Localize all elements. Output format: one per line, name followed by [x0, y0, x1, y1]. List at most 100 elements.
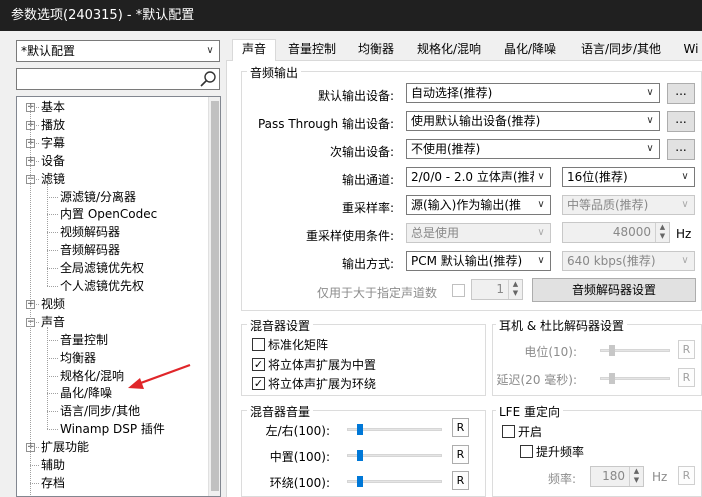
normalize-label: 标准化矩阵	[268, 338, 329, 352]
resample-condition-select[interactable]: 总是使用 ∨	[406, 223, 551, 243]
tree-item[interactable]: 全局滤镜优先权	[60, 259, 144, 277]
bit-depth-value: 16位(推荐)	[567, 170, 628, 184]
headphone-delay-reset-button[interactable]: R	[678, 368, 695, 387]
headphone-delay-thumb[interactable]	[609, 373, 615, 384]
tree-item-label: 基本	[41, 100, 66, 114]
tree-item[interactable]: 内置 OpenCodec	[60, 205, 157, 223]
tab-3[interactable]: 规格化/混响	[408, 40, 490, 60]
tree-item[interactable]: 个人滤镜优先权	[60, 277, 144, 295]
lr-volume-label: 左/右(100):	[265, 424, 330, 438]
output-channel-value: 2/0/0 - 2.0 立体声(推荐	[411, 170, 542, 184]
tree-connector	[47, 376, 58, 377]
lfe-boost-checkbox[interactable]	[520, 445, 533, 458]
chevron-down-icon: ∨	[534, 252, 548, 270]
channels-only-checkbox[interactable]	[452, 284, 465, 297]
lfe-frequency-reset-button[interactable]: R	[678, 466, 695, 485]
tree-connector	[47, 184, 48, 286]
secondary-device-value: 不使用(推荐)	[411, 142, 481, 156]
tree-item[interactable]: 音量控制	[60, 331, 108, 349]
tree-item-label: 内置 OpenCodec	[60, 207, 158, 221]
tab-1[interactable]: 音量控制	[281, 40, 343, 60]
tree-item[interactable]: 扩展功能	[41, 438, 89, 456]
profile-select[interactable]: *默认配置 ∨	[16, 40, 220, 62]
spinner-arrows-icon[interactable]: ▲ ▼	[629, 467, 643, 486]
settings-tree[interactable]: 基本 + 播放 + 字幕 + 设备 + 滤镜 − 源滤镜/分离器 内置 OpenCodec 视频解码器音…	[16, 96, 221, 497]
sample-rate-value: 48000	[612, 225, 651, 239]
surround-volume-label: 环绕(100):	[269, 476, 330, 490]
tree-item[interactable]: 音频解码器	[60, 241, 120, 259]
output-mode-label: 输出方式:	[341, 257, 394, 271]
lr-volume-reset-button[interactable]: R	[452, 418, 469, 437]
normalize-checkbox[interactable]	[252, 338, 265, 351]
passthrough-more-button[interactable]: ...	[667, 111, 695, 132]
headphone-level-reset-button[interactable]: R	[678, 340, 695, 359]
tree-item[interactable]: 视频解码器	[60, 223, 120, 241]
spinner-arrows-icon[interactable]: ▲ ▼	[508, 280, 522, 299]
tree-item[interactable]: 语言/同步/其他	[60, 402, 140, 420]
surround-volume-thumb[interactable]	[357, 476, 363, 487]
tree-item[interactable]: 均衡器	[60, 349, 96, 367]
chevron-down-icon: ∨	[534, 224, 548, 242]
tree-connector	[47, 214, 58, 215]
lfe-enable-checkbox[interactable]	[502, 425, 515, 438]
headphone-title: 耳机 & 杜比解码器设置	[496, 317, 627, 334]
sample-rate-spinner[interactable]: 48000 ▲ ▼	[562, 222, 670, 243]
surround-volume-reset-button[interactable]: R	[452, 471, 469, 490]
lr-volume-thumb[interactable]	[357, 424, 363, 435]
bit-depth-select[interactable]: 16位(推荐) ∨	[562, 167, 695, 187]
resample-quality-select[interactable]: 中等品质(推荐) ∨	[562, 195, 695, 215]
tab-6[interactable]: Wi	[680, 40, 702, 60]
tree-item[interactable]: 源滤镜/分离器	[60, 188, 136, 206]
tab-5[interactable]: 语言/同步/其他	[569, 40, 673, 60]
passthrough-select[interactable]: 使用默认输出设备(推荐) ∨	[406, 111, 660, 131]
tree-item[interactable]: 辅助	[41, 456, 65, 474]
secondary-device-select[interactable]: 不使用(推荐) ∨	[406, 139, 660, 159]
tab-0[interactable]: 声音	[232, 39, 276, 61]
output-mode-select[interactable]: PCM 默认输出(推荐) ∨	[406, 251, 551, 271]
tree-item[interactable]: 字幕	[41, 134, 65, 152]
red-arrow-annotation	[128, 363, 191, 389]
chevron-down-icon: ∨	[643, 84, 657, 102]
tab-2[interactable]: 均衡器	[351, 40, 401, 60]
tree-scrollbar[interactable]	[208, 97, 220, 496]
bitrate-select[interactable]: 640 kbps(推荐) ∨	[562, 251, 695, 271]
search-icon[interactable]	[198, 69, 218, 89]
tree-item[interactable]: 存档	[41, 474, 65, 492]
tree-item[interactable]: 设备	[41, 152, 65, 170]
headphone-level-thumb[interactable]	[609, 345, 615, 356]
search-box[interactable]	[16, 68, 220, 90]
default-device-select[interactable]: 自动选择(推荐) ∨	[406, 83, 660, 103]
output-channel-select[interactable]: 2/0/0 - 2.0 立体声(推荐 ∨	[406, 167, 551, 187]
tree-item[interactable]: 声音	[41, 313, 65, 331]
tree-item-label: 全局滤镜优先权	[60, 261, 145, 275]
tree-connector	[47, 197, 58, 198]
tree-scrollbar-thumb[interactable]	[211, 101, 219, 491]
lfe-frequency-spinner[interactable]: 180 ▲ ▼	[590, 466, 644, 487]
lfe-title: LFE 重定向	[496, 403, 563, 420]
resample-condition-value: 总是使用	[411, 226, 460, 240]
lfe-frequency-unit: Hz	[652, 470, 668, 484]
tree-item[interactable]: Winamp DSP 插件	[60, 420, 165, 438]
expand-surround-checkbox[interactable]: ✓	[252, 377, 265, 390]
tree-item[interactable]: 规格化/混响	[60, 367, 124, 385]
expand-center-checkbox[interactable]: ✓	[252, 358, 265, 371]
tree-item[interactable]: 播放	[41, 116, 65, 134]
resample-rate-select[interactable]: 源(输入)作为输出(推 ∨	[406, 195, 551, 215]
tree-item[interactable]: 视频	[41, 295, 65, 313]
sample-rate-unit: Hz	[676, 227, 692, 241]
spinner-arrows-icon[interactable]: ▲ ▼	[655, 223, 669, 242]
tree-item[interactable]: 滤镜	[41, 170, 65, 188]
channels-only-spinner[interactable]: 1 ▲ ▼	[471, 279, 523, 300]
secondary-more-button[interactable]: ...	[667, 139, 695, 160]
tree-item[interactable]: 基本	[41, 98, 65, 116]
tree-item[interactable]: 晶化/降噪	[60, 384, 112, 402]
default-device-more-button[interactable]: ...	[667, 83, 695, 104]
channels-only-label: 仅用于大于指定声道数	[317, 286, 438, 300]
tree-item-label: 扩展功能	[41, 440, 90, 454]
resample-condition-label: 重采样使用条件:	[305, 229, 394, 243]
tab-4[interactable]: 晶化/降噪	[497, 40, 563, 60]
audio-decoder-settings-button[interactable]: 音频解码器设置	[532, 278, 696, 302]
tree-connector	[47, 286, 58, 287]
center-volume-reset-button[interactable]: R	[452, 445, 469, 464]
center-volume-thumb[interactable]	[357, 450, 363, 461]
